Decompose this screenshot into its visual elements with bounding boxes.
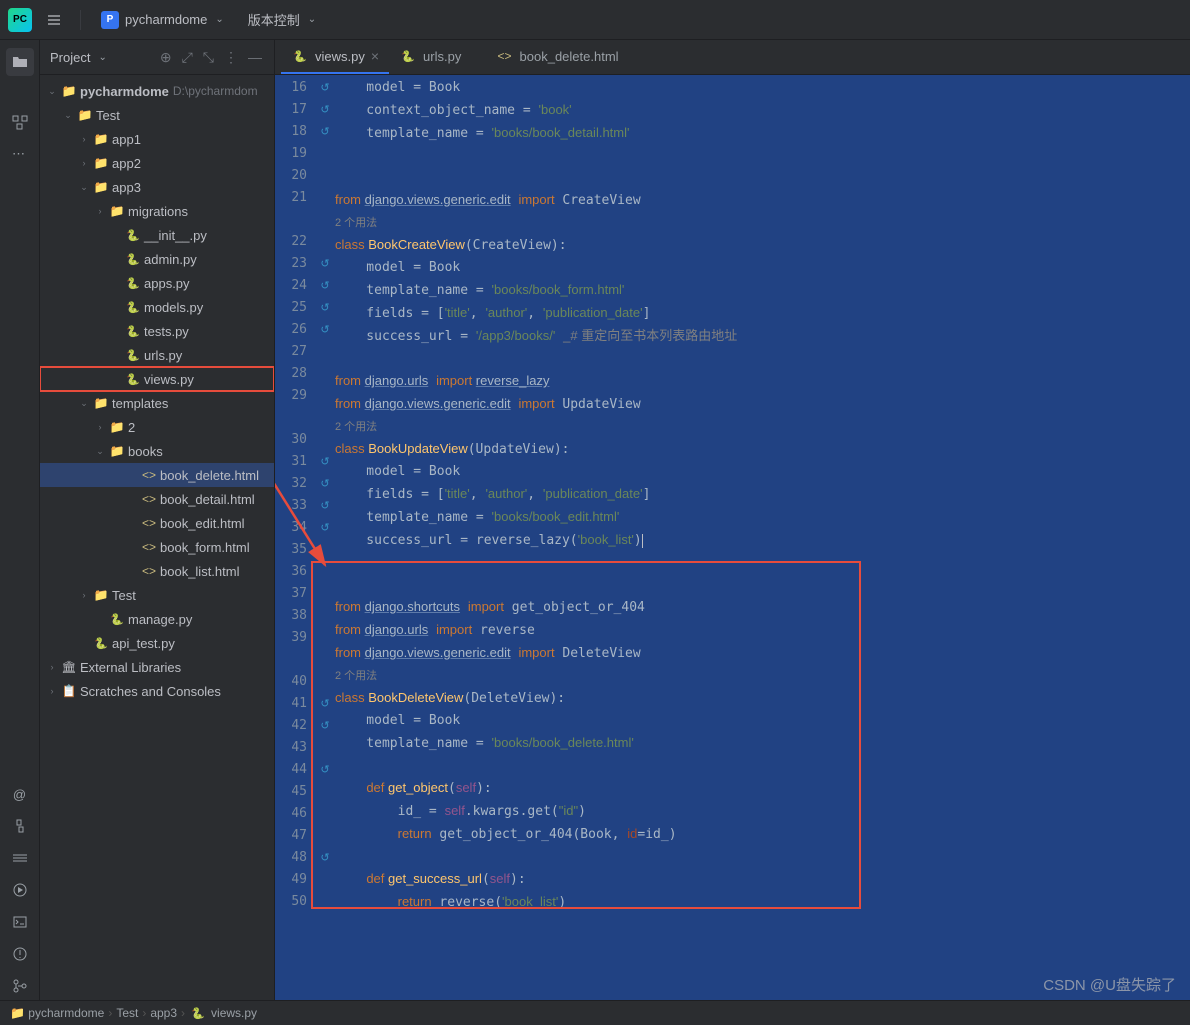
problems-button[interactable] <box>6 940 34 968</box>
hide-icon[interactable]: — <box>246 47 264 67</box>
chevron-down-icon[interactable]: ⌄ <box>98 52 106 63</box>
editor-area: views.py × urls.py × <> book_delete.html… <box>275 40 1190 1000</box>
tree-file-urls[interactable]: urls.py <box>40 343 274 367</box>
project-panel-header: Project ⌄ ⊕ ⤢ ⤡ ⋮ — <box>40 40 274 75</box>
tree-folder-2[interactable]: ›📁2 <box>40 415 274 439</box>
python-file-icon <box>399 50 417 63</box>
close-icon[interactable]: × <box>371 48 379 64</box>
project-tree[interactable]: ⌄📁 pycharmdome D:\pycharmdom ⌄📁Test ›📁ap… <box>40 75 274 1000</box>
python-file-icon <box>291 50 309 63</box>
tree-folder-app2[interactable]: ›📁app2 <box>40 151 274 175</box>
tab-book-delete[interactable]: <> book_delete.html × <box>486 40 643 74</box>
breadcrumb-app[interactable]: app3 <box>150 1006 177 1020</box>
tree-scratches[interactable]: ›📋Scratches and Consoles <box>40 679 274 703</box>
tree-file-book-delete[interactable]: <>book_delete.html <box>40 463 274 487</box>
tree-file-book-detail[interactable]: <>book_detail.html <box>40 487 274 511</box>
code-editor[interactable]: 16 17 18 19 20 21 22 23 24 25 26 27 28 2… <box>275 75 1190 1000</box>
ide-icon: PC <box>8 8 32 32</box>
editor-tabs: views.py × urls.py × <> book_delete.html… <box>275 40 1190 75</box>
chevron-down-icon: ⌄ <box>308 14 316 25</box>
tree-file-book-edit[interactable]: <>book_edit.html <box>40 511 274 535</box>
tab-urls[interactable]: urls.py × <box>389 40 485 74</box>
tree-external-libraries[interactable]: ›🏛External Libraries <box>40 655 274 679</box>
main-menu-button[interactable] <box>40 6 68 34</box>
tree-file-admin[interactable]: admin.py <box>40 247 274 271</box>
project-panel: Project ⌄ ⊕ ⤢ ⤡ ⋮ — ⌄📁 pycharmdome D:\py… <box>40 40 275 1000</box>
project-panel-title: Project <box>50 50 90 65</box>
tree-root[interactable]: ⌄📁 pycharmdome D:\pycharmdom <box>40 79 274 103</box>
tab-label: views.py <box>315 49 365 64</box>
tree-folder-templates[interactable]: ⌄📁templates <box>40 391 274 415</box>
project-icon: P <box>101 11 119 29</box>
left-toolbar: ⋯ @ <box>0 40 40 1000</box>
locate-icon[interactable]: ⊕ <box>158 47 174 68</box>
run-button[interactable] <box>6 876 34 904</box>
tree-file-book-list[interactable]: <>book_list.html <box>40 559 274 583</box>
tree-file-manage[interactable]: manage.py <box>40 607 274 631</box>
tab-label: urls.py <box>423 49 461 64</box>
vcs-menu[interactable]: 版本控制 ⌄ <box>240 6 324 33</box>
breadcrumb-folder[interactable]: Test <box>116 1006 138 1020</box>
tree-file-views[interactable]: views.py <box>40 367 274 391</box>
line-numbers: 16 17 18 19 20 21 22 23 24 25 26 27 28 2… <box>275 75 315 1000</box>
collapse-all-icon[interactable]: ⤡ <box>201 47 216 68</box>
tree-folder-app3[interactable]: ⌄📁app3 <box>40 175 274 199</box>
tree-file-apps[interactable]: apps.py <box>40 271 274 295</box>
expand-all-icon[interactable]: ⤢ <box>180 47 195 68</box>
python-console-button[interactable] <box>6 812 34 840</box>
project-name-label: pycharmdome <box>125 12 207 27</box>
vcs-label: 版本控制 <box>248 10 300 29</box>
ai-tool-button[interactable]: @ <box>6 780 34 808</box>
tab-label: book_delete.html <box>520 49 619 64</box>
tree-file-api-test[interactable]: api_test.py <box>40 631 274 655</box>
options-icon[interactable]: ⋮ <box>222 47 240 68</box>
code-body[interactable]: model = Book context_object_name = 'book… <box>335 75 1190 1000</box>
project-tool-button[interactable] <box>6 48 34 76</box>
tree-file-init[interactable]: __init__.py <box>40 223 274 247</box>
tab-views[interactable]: views.py × <box>281 40 389 74</box>
more-tool-button[interactable]: ⋯ <box>6 140 34 168</box>
tree-file-models[interactable]: models.py <box>40 295 274 319</box>
project-selector[interactable]: P pycharmdome ⌄ <box>93 7 232 33</box>
terminal-button[interactable] <box>6 908 34 936</box>
breadcrumb-root[interactable]: 📁 pycharmdome <box>10 1006 104 1020</box>
structure-tool-button[interactable] <box>6 108 34 136</box>
breadcrumb-file[interactable]: views.py <box>211 1006 257 1020</box>
tree-folder-books[interactable]: ⌄📁books <box>40 439 274 463</box>
tree-folder-migrations[interactable]: ›📁migrations <box>40 199 274 223</box>
tree-file-book-form[interactable]: <>book_form.html <box>40 535 274 559</box>
tree-folder-test2[interactable]: ›📁Test <box>40 583 274 607</box>
chevron-down-icon: ⌄ <box>215 14 223 25</box>
tree-folder-app1[interactable]: ›📁app1 <box>40 127 274 151</box>
services-button[interactable] <box>6 844 34 872</box>
titlebar: PC P pycharmdome ⌄ 版本控制 ⌄ <box>0 0 1190 40</box>
python-file-icon <box>189 1007 207 1020</box>
gutter-marks: ↺ ↺ ↺ ↺ ↺ ↺ ↺ ↺ ↺ ↺ ↺ ↺ ↺ ↺ ↺ <box>315 75 335 1000</box>
statusbar: 📁 pycharmdome › Test › app3 › views.py <box>0 1000 1190 1025</box>
html-file-icon: <> <box>496 49 514 63</box>
tree-folder-test[interactable]: ⌄📁Test <box>40 103 274 127</box>
git-button[interactable] <box>6 972 34 1000</box>
tree-file-tests[interactable]: tests.py <box>40 319 274 343</box>
